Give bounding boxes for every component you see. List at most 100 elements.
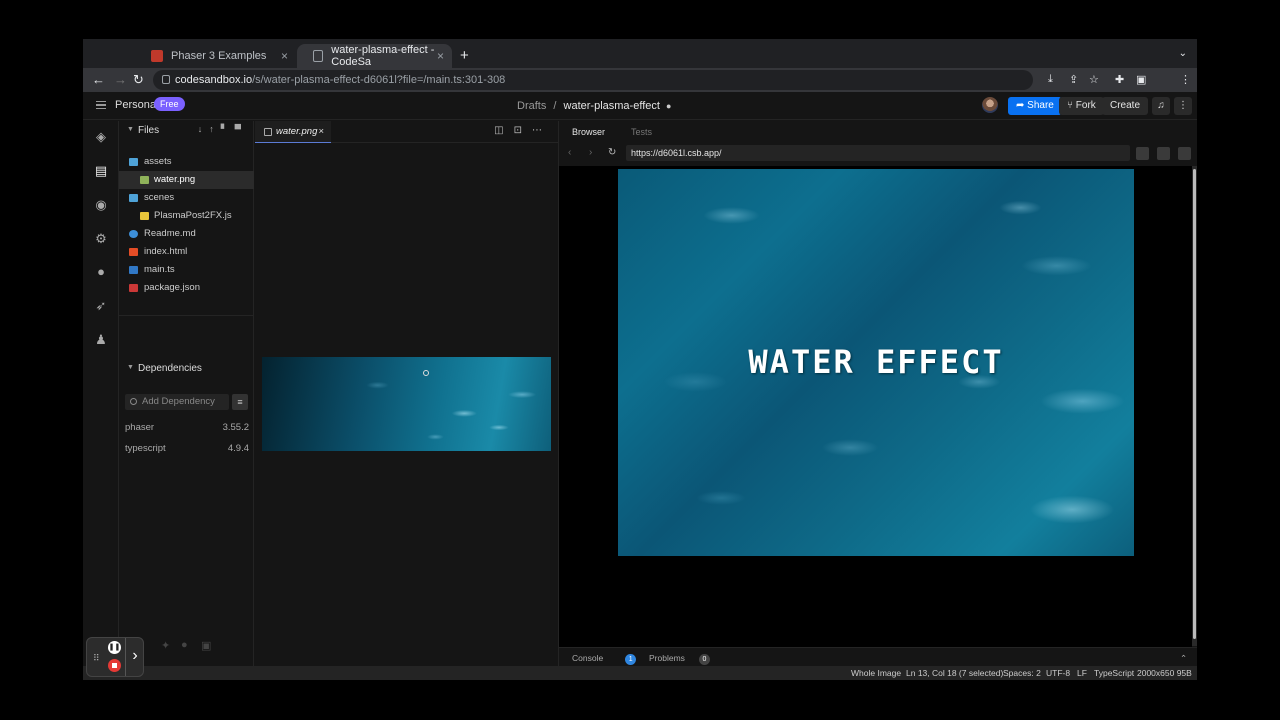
status-spaces[interactable]: Spaces: 2: [1003, 668, 1041, 678]
side-panel-icon[interactable]: ▣: [1136, 73, 1146, 86]
game-canvas[interactable]: WATER EFFECT: [618, 169, 1134, 556]
deploy-rocket-icon[interactable]: ➶: [93, 298, 109, 314]
console-tab[interactable]: Console 1: [572, 653, 637, 665]
sandbox-cube-icon[interactable]: ◈: [93, 129, 109, 145]
drag-handle-icon[interactable]: ⠿: [93, 653, 100, 664]
console-label: Console: [572, 653, 604, 663]
tree-item-water-png[interactable]: water.png: [119, 171, 254, 189]
more-menu-icon[interactable]: ⋮: [1174, 97, 1192, 115]
tree-item-scenes[interactable]: scenes: [119, 189, 254, 207]
workspace-name[interactable]: Personal: [115, 99, 158, 111]
status-language[interactable]: TypeScript: [1094, 668, 1134, 678]
new-folder-icon[interactable]: ▀: [235, 124, 248, 134]
pause-recording-button[interactable]: ❚❚: [108, 641, 121, 654]
upload-icon[interactable]: ↑: [209, 124, 221, 134]
tree-item-index-html[interactable]: index.html: [119, 243, 254, 261]
add-dependency-input[interactable]: Add Dependency: [125, 394, 229, 410]
dependency-row[interactable]: typescript 4.9.4: [125, 443, 249, 454]
install-icon[interactable]: ⤓: [1048, 73, 1053, 86]
problems-count-badge: 0: [698, 654, 710, 665]
github-footer-icon[interactable]: ●: [181, 639, 188, 651]
stop-recording-button[interactable]: [108, 659, 121, 672]
tab-codesandbox[interactable]: water-plasma-effect - CodeSa ×: [297, 44, 452, 68]
responsive-mode-icon[interactable]: [1136, 147, 1149, 160]
preview-back-icon[interactable]: ‹: [568, 147, 571, 158]
notifications-bell-icon[interactable]: ♫: [1152, 97, 1170, 115]
search-icon[interactable]: ◉: [93, 197, 109, 213]
split-editor-icon[interactable]: ◫: [494, 125, 513, 136]
open-preview-icon[interactable]: ⊡: [514, 125, 532, 136]
dependency-list-menu-icon[interactable]: ≡: [232, 394, 248, 410]
address-toolbar: ← → ↻ codesandbox.io/s/water-plasma-effe…: [83, 68, 1197, 115]
extensions-puzzle-icon[interactable]: ✚: [1115, 73, 1124, 86]
create-button[interactable]: Create: [1102, 97, 1149, 115]
preview-forward-icon[interactable]: ›: [589, 147, 592, 158]
tree-item-assets[interactable]: assets: [119, 153, 254, 171]
close-tab-icon[interactable]: ×: [318, 121, 324, 143]
fork-button[interactable]: ⑂ Fork: [1059, 97, 1104, 115]
dependency-row[interactable]: phaser 3.55.2: [125, 422, 249, 433]
preview-frame[interactable]: WATER EFFECT: [559, 166, 1192, 647]
dependencies-section-header[interactable]: ▼ Dependencies: [119, 359, 254, 379]
status-cursor-position[interactable]: Ln 13, Col 18 (7 selected): [906, 668, 1003, 678]
browser-window: Phaser 3 Examples × water-plasma-effect …: [83, 39, 1197, 680]
back-arrow-icon[interactable]: ←: [92, 72, 105, 87]
file-label: Readme.md: [144, 228, 196, 239]
preview-scrollbar[interactable]: [1192, 166, 1197, 646]
globe-icon: ●: [665, 101, 672, 111]
new-file-icon[interactable]: ▘: [221, 124, 235, 134]
breadcrumb-drafts[interactable]: Drafts: [517, 100, 546, 112]
twitter-icon[interactable]: ✦: [161, 639, 170, 652]
layout-toggle-icon[interactable]: [1178, 147, 1191, 160]
editor-tab-water-png[interactable]: water.png ×: [255, 121, 331, 143]
files-section-header[interactable]: ▼ Files ↓↑▘▀: [119, 121, 254, 141]
new-tab-button[interactable]: +: [460, 47, 469, 64]
preview-reload-icon[interactable]: ↻: [608, 147, 616, 158]
chrome-menu-icon[interactable]: ⋮: [1180, 73, 1191, 86]
editor-pane: water.png × ◫⊡⋯: [255, 121, 558, 666]
tree-item-package-json[interactable]: package.json: [119, 279, 254, 297]
share-page-icon[interactable]: ⇪: [1069, 73, 1078, 86]
bookmark-star-icon[interactable]: ☆: [1089, 73, 1099, 86]
tab-search-chevron-icon[interactable]: ⌄: [1179, 48, 1187, 59]
menu-icon[interactable]: [96, 101, 106, 109]
problems-tab[interactable]: Problems 0: [649, 653, 710, 665]
user-avatar[interactable]: [982, 97, 998, 113]
html-file-icon: [129, 248, 138, 256]
discord-icon[interactable]: ▣: [201, 639, 211, 652]
status-eol[interactable]: LF: [1077, 668, 1087, 678]
tree-item-plasmapost2fx[interactable]: PlasmaPost2FX.js: [119, 207, 254, 225]
files-icon[interactable]: ▤: [93, 163, 109, 179]
screen-recorder-widget: ⠿ ❚❚ ›: [86, 637, 144, 677]
status-encoding[interactable]: UTF-8: [1046, 668, 1070, 678]
forward-arrow-icon[interactable]: →: [114, 72, 127, 87]
settings-gear-icon[interactable]: ⚙: [93, 231, 109, 247]
share-button[interactable]: ➦ Share: [1008, 97, 1062, 115]
open-new-window-icon[interactable]: [1157, 147, 1170, 160]
reload-icon[interactable]: ↻: [133, 72, 144, 88]
sandbox-name[interactable]: water-plasma-effect: [564, 100, 660, 112]
tab-phaser-examples[interactable]: Phaser 3 Examples ×: [135, 44, 296, 68]
close-tab-icon[interactable]: ×: [437, 49, 444, 63]
expand-chevron-icon[interactable]: ⌃: [1180, 653, 1187, 664]
share-label: Share: [1027, 100, 1054, 111]
tab-browser[interactable]: Browser: [572, 127, 605, 137]
url-field[interactable]: codesandbox.io/s/water-plasma-effect-d60…: [153, 70, 1033, 90]
water-image-preview: [262, 357, 551, 451]
status-whole-image[interactable]: Whole Image: [851, 668, 901, 678]
download-icon[interactable]: ↓: [198, 124, 210, 134]
tab-tests[interactable]: Tests: [631, 127, 652, 137]
close-tab-icon[interactable]: ×: [281, 49, 288, 63]
more-actions-icon[interactable]: ⋯: [532, 125, 552, 136]
scrollbar-thumb[interactable]: [1193, 169, 1196, 639]
github-icon[interactable]: ●: [93, 264, 109, 280]
tree-item-main-ts[interactable]: main.ts: [119, 261, 254, 279]
expand-arrow-button[interactable]: ›: [125, 638, 144, 676]
status-image-info: 2000x650 95B: [1137, 668, 1192, 678]
tree-item-readme[interactable]: Readme.md: [119, 225, 254, 243]
file-label: scenes: [144, 192, 175, 203]
add-dependency-placeholder: Add Dependency: [142, 396, 215, 407]
live-users-icon[interactable]: ♟: [93, 332, 109, 348]
editor-tools: ◫⊡⋯: [494, 125, 552, 136]
preview-url-field[interactable]: https://d6061l.csb.app/: [626, 145, 1130, 161]
